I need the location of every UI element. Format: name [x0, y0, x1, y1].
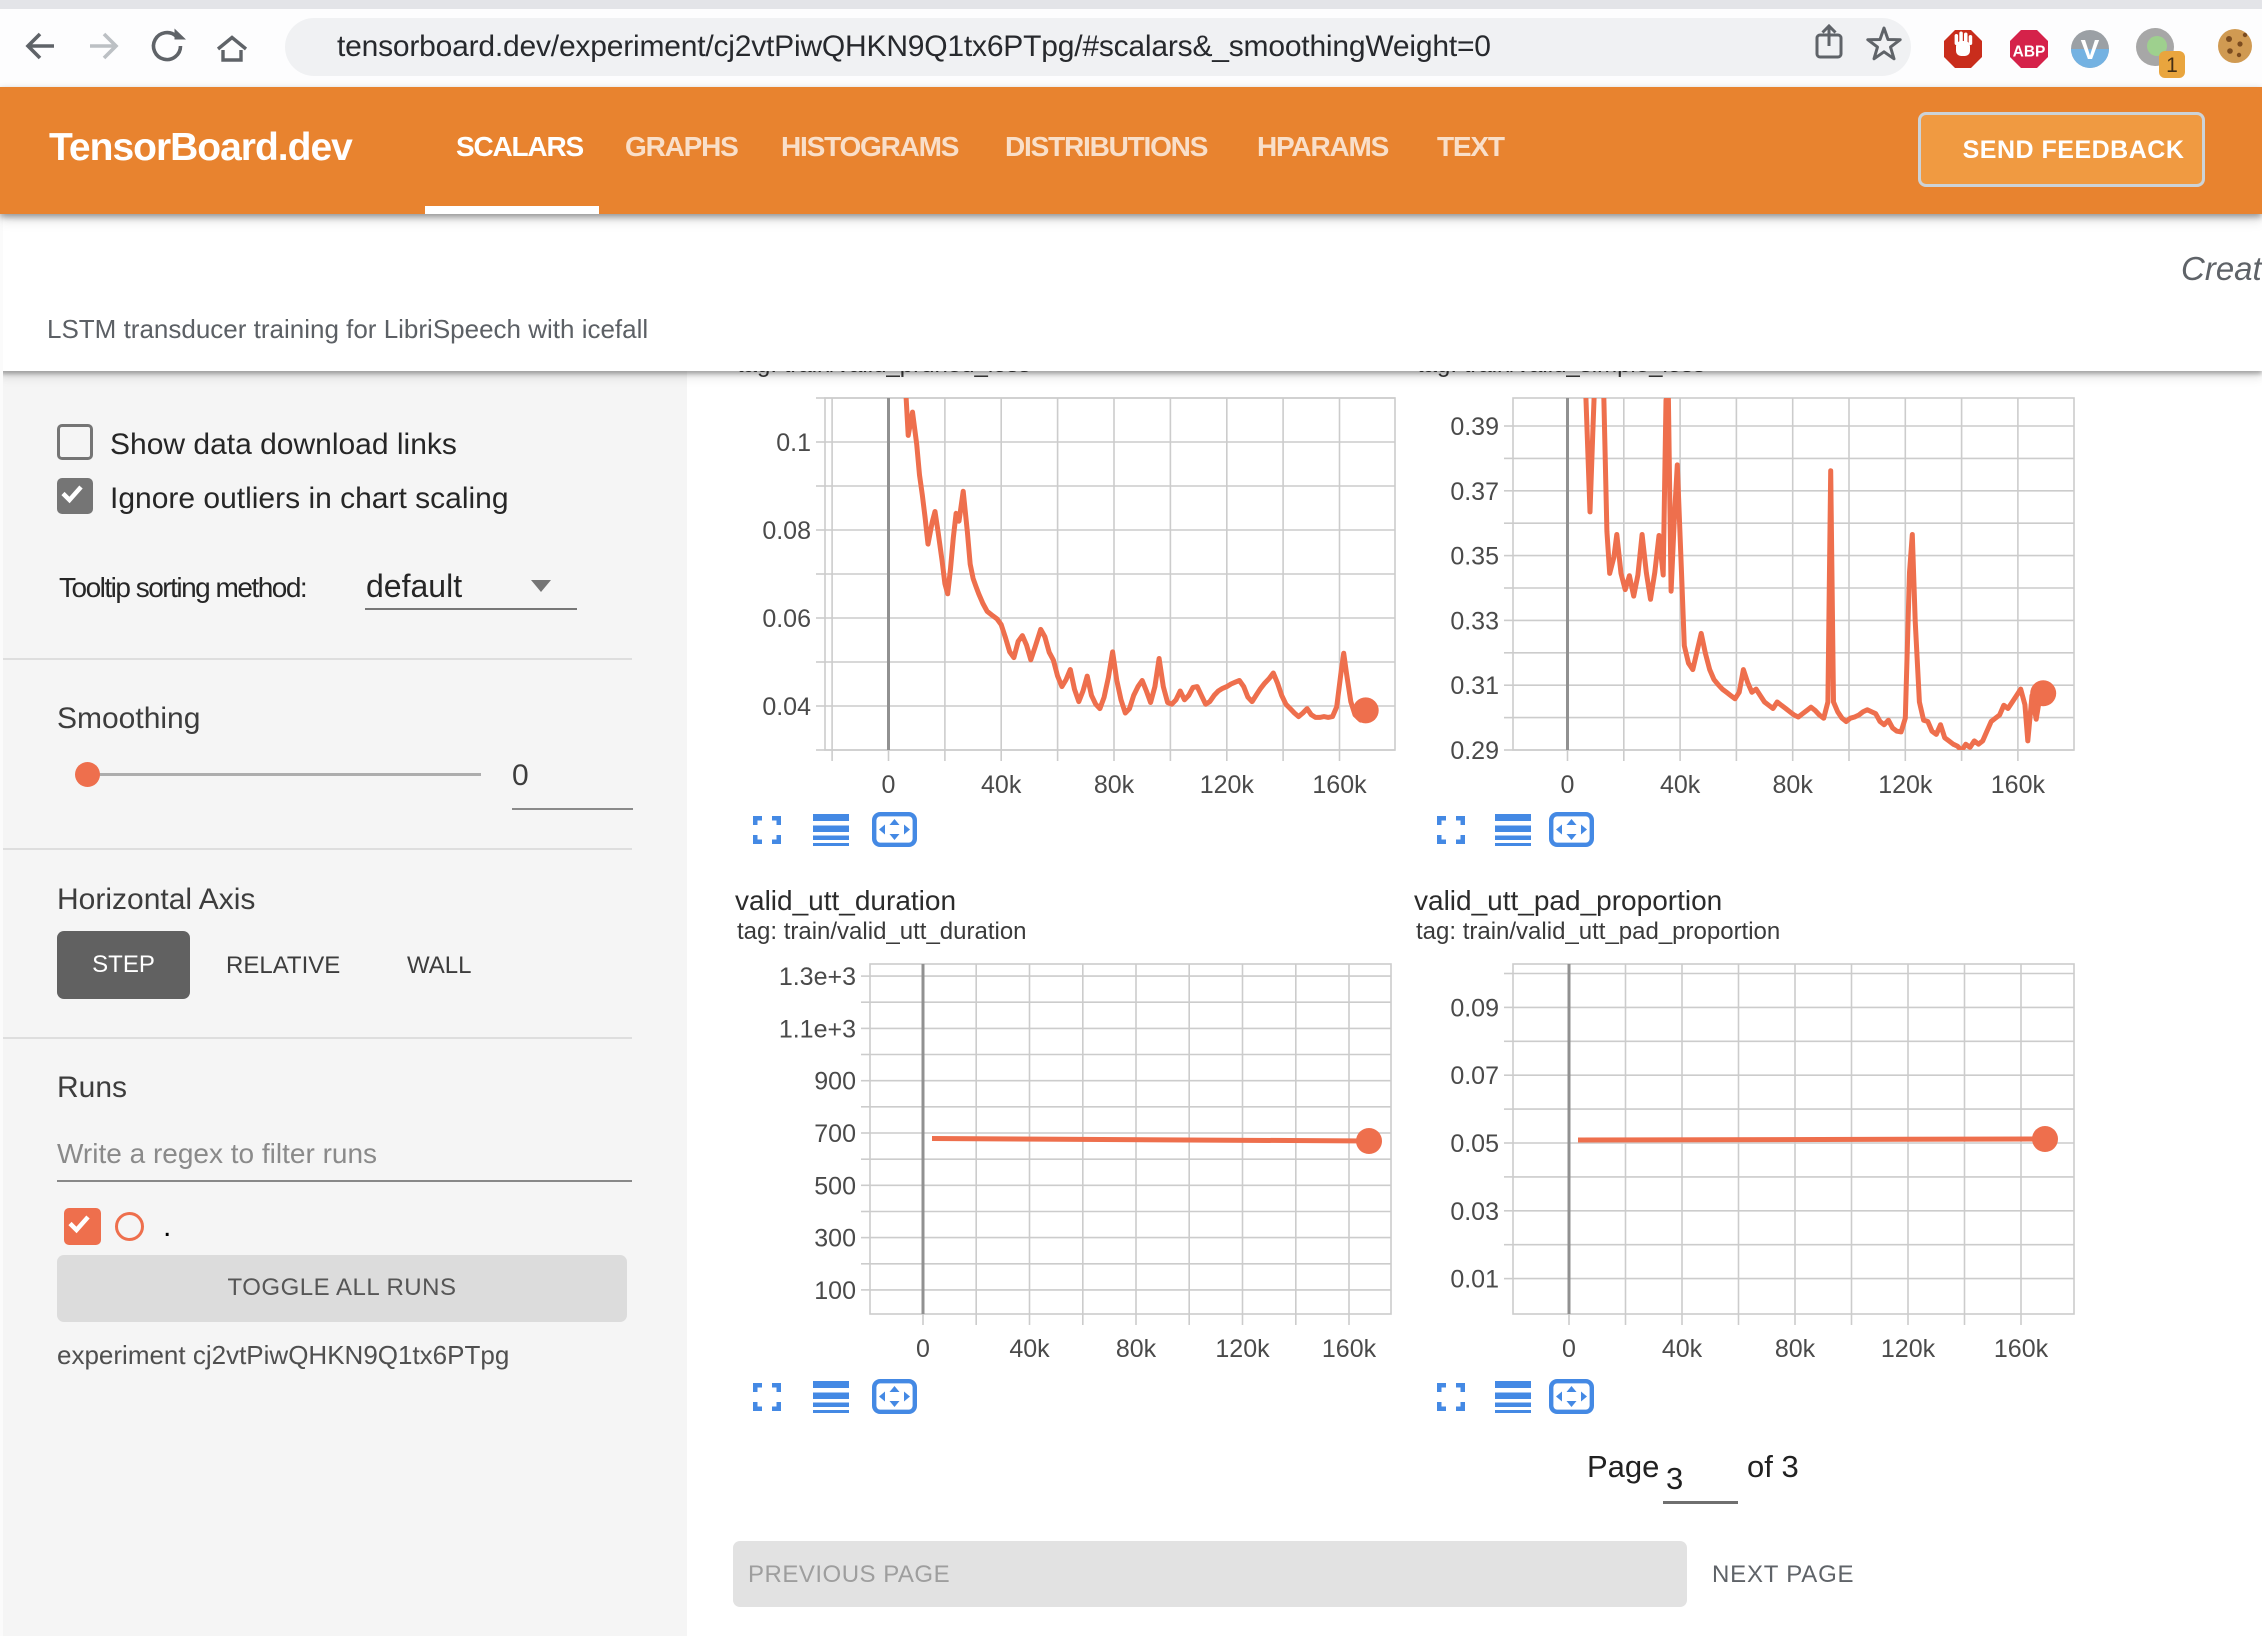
svg-text:160k: 160k — [1991, 771, 2046, 799]
svg-text:700: 700 — [814, 1120, 856, 1148]
svg-text:0: 0 — [916, 1335, 930, 1363]
svg-text:0.39: 0.39 — [1450, 413, 1499, 441]
svg-text:ABP: ABP — [2013, 44, 2046, 61]
svg-text:0: 0 — [882, 771, 896, 799]
svg-text:0.35: 0.35 — [1450, 543, 1499, 571]
svg-text:0.06: 0.06 — [762, 605, 811, 633]
svg-text:120k: 120k — [1878, 771, 1933, 799]
svg-text:80k: 80k — [1773, 771, 1814, 799]
svg-text:0.31: 0.31 — [1450, 672, 1499, 700]
svg-text:0.03: 0.03 — [1450, 1198, 1499, 1226]
svg-text:80k: 80k — [1775, 1335, 1816, 1363]
svg-text:0.09: 0.09 — [1450, 994, 1499, 1022]
svg-text:0.29: 0.29 — [1450, 737, 1499, 765]
svg-text:120k: 120k — [1200, 771, 1255, 799]
svg-text:120k: 120k — [1215, 1335, 1270, 1363]
svg-text:900: 900 — [814, 1068, 856, 1096]
svg-text:120k: 120k — [1881, 1335, 1936, 1363]
svg-text:0: 0 — [1561, 771, 1575, 799]
svg-text:40k: 40k — [1660, 771, 1701, 799]
svg-text:300: 300 — [814, 1225, 856, 1253]
svg-text:40k: 40k — [981, 771, 1022, 799]
svg-text:1: 1 — [2166, 54, 2178, 77]
svg-text:160k: 160k — [1312, 771, 1367, 799]
svg-text:0.01: 0.01 — [1450, 1266, 1499, 1294]
svg-text:40k: 40k — [1662, 1335, 1703, 1363]
svg-text:40k: 40k — [1009, 1335, 1050, 1363]
svg-text:80k: 80k — [1116, 1335, 1157, 1363]
svg-text:0.37: 0.37 — [1450, 478, 1499, 506]
svg-text:0.33: 0.33 — [1450, 607, 1499, 635]
svg-text:500: 500 — [814, 1172, 856, 1200]
svg-text:100: 100 — [814, 1277, 856, 1305]
svg-text:0.05: 0.05 — [1450, 1130, 1499, 1158]
svg-text:0.1: 0.1 — [776, 429, 811, 457]
svg-text:160k: 160k — [1322, 1335, 1377, 1363]
svg-text:0.04: 0.04 — [762, 693, 811, 721]
svg-text:160k: 160k — [1994, 1335, 2049, 1363]
svg-text:1.3e+3: 1.3e+3 — [779, 963, 856, 991]
svg-text:0: 0 — [1562, 1335, 1576, 1363]
svg-text:1.1e+3: 1.1e+3 — [779, 1015, 856, 1043]
svg-text:V: V — [2081, 34, 2100, 65]
svg-text:80k: 80k — [1094, 771, 1135, 799]
svg-text:0.08: 0.08 — [762, 517, 811, 545]
svg-text:0.07: 0.07 — [1450, 1062, 1499, 1090]
